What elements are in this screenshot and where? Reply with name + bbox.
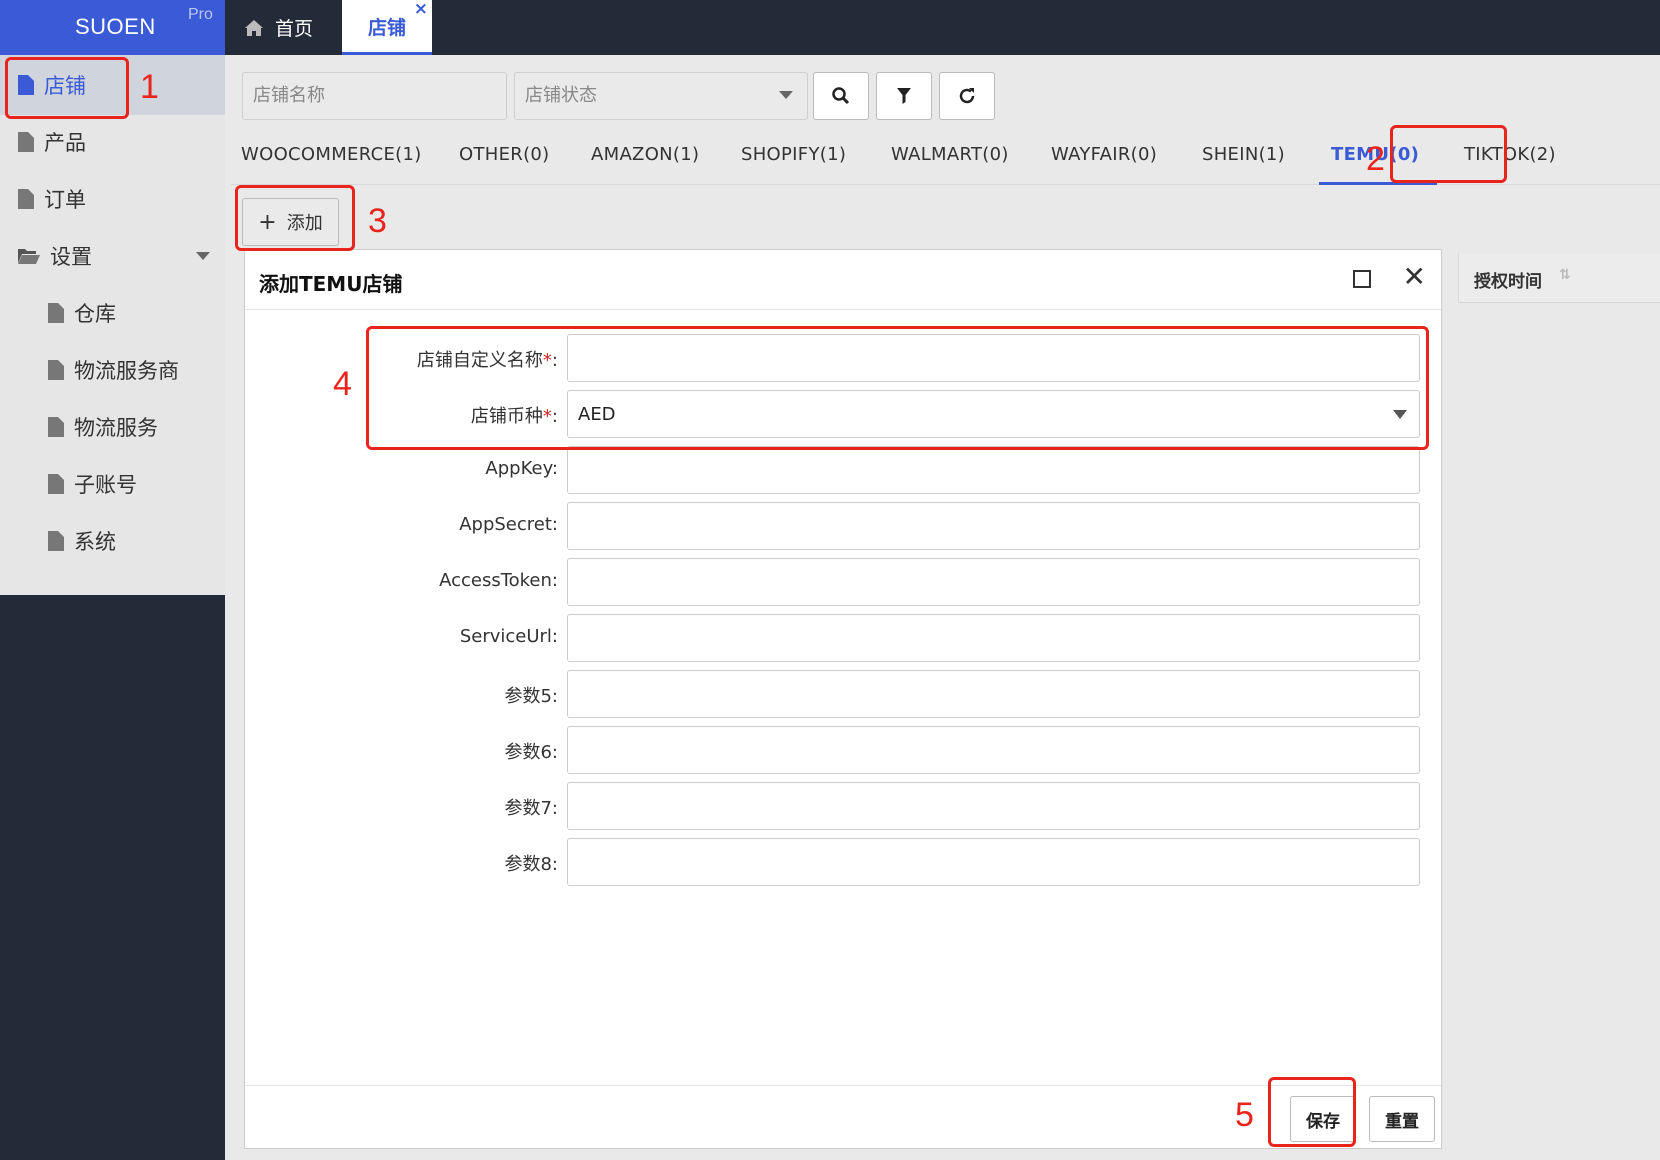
sidebar-item-label: 子账号 xyxy=(74,473,137,497)
file-icon xyxy=(48,360,64,380)
search-button[interactable] xyxy=(813,72,869,120)
annotation-number-2: 2 xyxy=(1366,140,1385,178)
sidebar-item-label: 物流服务商 xyxy=(74,359,179,383)
sidebar-item-label: 系统 xyxy=(74,530,116,554)
tab-home-label: 首页 xyxy=(275,18,314,40)
serviceurl-input[interactable] xyxy=(567,614,1420,662)
dialog-title: 添加TEMU店铺 xyxy=(259,272,403,296)
tab-shop[interactable]: 店铺 × xyxy=(342,0,432,55)
sidebar-item-settings[interactable]: 设置 xyxy=(0,226,225,286)
tab-shopify[interactable]: SHOPIFY(1) xyxy=(741,144,846,165)
top-tab-bar: 首页 店铺 × xyxy=(225,0,1660,55)
form-row-accesstoken: AccessToken: xyxy=(245,558,1441,606)
maximize-icon[interactable] xyxy=(1353,270,1371,288)
form-row-param7: 参数7: xyxy=(245,782,1441,830)
tab-walmart[interactable]: WALMART(0) xyxy=(891,144,1009,165)
filter-button[interactable] xyxy=(876,72,932,120)
sidebar-item-warehouse[interactable]: 仓库 xyxy=(0,283,225,343)
tab-shein[interactable]: SHEIN(1) xyxy=(1202,144,1285,165)
brand-edition: Pro xyxy=(188,6,213,23)
field-label: 参数8: xyxy=(504,854,558,875)
form-row-param5: 参数5: xyxy=(245,670,1441,718)
file-icon xyxy=(48,474,64,494)
param7-input[interactable] xyxy=(567,782,1420,830)
annotation-number-3: 3 xyxy=(368,202,387,240)
sidebar-item-sub-accounts[interactable]: 子账号 xyxy=(0,454,225,514)
sort-icon[interactable]: ⇅ xyxy=(1559,267,1571,283)
file-icon xyxy=(48,303,64,323)
refresh-icon xyxy=(959,88,975,104)
param8-input[interactable] xyxy=(567,838,1420,886)
param5-input[interactable] xyxy=(567,670,1420,718)
file-icon xyxy=(18,189,34,209)
tab-amazon[interactable]: AMAZON(1) xyxy=(591,144,699,165)
sidebar-item-orders[interactable]: 订单 xyxy=(0,169,225,229)
form-row-appsecret: AppSecret: xyxy=(245,502,1441,550)
sidebar-item-logistics-services[interactable]: 物流服务 xyxy=(0,397,225,457)
form-row-serviceurl: ServiceUrl: xyxy=(245,614,1441,662)
sidebar-item-products[interactable]: 产品 xyxy=(0,112,225,172)
chevron-down-icon xyxy=(196,252,210,260)
sidebar-item-logistics-providers[interactable]: 物流服务商 xyxy=(0,340,225,400)
annotation-number-1: 1 xyxy=(140,68,159,106)
tab-other[interactable]: OTHER(0) xyxy=(459,144,549,165)
field-label: 参数5: xyxy=(504,686,558,707)
shop-name-input[interactable]: 店铺名称 xyxy=(242,72,507,120)
chevron-down-icon xyxy=(779,91,793,99)
sidebar-item-label: 物流服务 xyxy=(74,416,158,440)
form-row-param8: 参数8: xyxy=(245,838,1441,886)
annotation-box-3 xyxy=(235,185,355,251)
sidebar-item-label: 产品 xyxy=(44,131,86,155)
sidebar-item-label: 订单 xyxy=(44,188,86,212)
accesstoken-input[interactable] xyxy=(567,558,1420,606)
param6-input[interactable] xyxy=(567,726,1420,774)
column-header-label: 授权时间 xyxy=(1474,272,1542,292)
close-icon[interactable]: ✕ xyxy=(1403,262,1426,292)
logo-bar: SUOEN Pro xyxy=(0,0,225,55)
field-label: 参数6: xyxy=(504,742,558,763)
brand-name: SUOEN xyxy=(75,14,156,39)
form-row-param6: 参数6: xyxy=(245,726,1441,774)
folder-open-icon xyxy=(18,249,40,264)
field-label: AppSecret: xyxy=(459,514,558,535)
file-icon xyxy=(48,417,64,437)
file-icon xyxy=(18,132,34,152)
sidebar-item-label: 仓库 xyxy=(74,302,116,326)
annotation-number-4: 4 xyxy=(333,365,352,403)
form-row-appkey: AppKey: xyxy=(245,446,1441,494)
tab-woocommerce[interactable]: WOOCOMMERCE(1) xyxy=(241,144,422,165)
home-icon xyxy=(245,19,263,36)
annotation-box-1 xyxy=(5,57,129,119)
table-header-auth-time[interactable]: 授权时间 ⇅ xyxy=(1458,253,1660,303)
annotation-box-4 xyxy=(366,326,1429,450)
refresh-button[interactable] xyxy=(939,72,995,120)
field-label: AppKey: xyxy=(485,458,558,479)
annotation-number-5: 5 xyxy=(1235,1096,1254,1134)
close-icon[interactable]: × xyxy=(414,0,428,18)
tab-shop-label: 店铺 xyxy=(367,16,406,39)
shop-status-select[interactable]: 店铺状态 xyxy=(514,72,808,120)
field-label: 参数7: xyxy=(504,798,558,819)
reset-button[interactable]: 重置 xyxy=(1369,1096,1435,1142)
appsecret-input[interactable] xyxy=(567,502,1420,550)
sidebar: SUOEN Pro 店铺 产品 订单 设置 仓库 物流服务商 物流服务 子账号 … xyxy=(0,0,225,1160)
field-label: AccessToken: xyxy=(439,570,558,591)
tab-home[interactable]: 首页 xyxy=(245,0,313,55)
sidebar-item-label: 设置 xyxy=(50,245,92,269)
sidebar-item-system[interactable]: 系统 xyxy=(0,511,225,571)
annotation-box-5 xyxy=(1268,1077,1356,1147)
dialog-footer: 保存 重置 xyxy=(245,1085,1441,1149)
dialog-header: 添加TEMU店铺 ✕ xyxy=(245,250,1441,310)
field-label: ServiceUrl: xyxy=(459,626,558,647)
sidebar-menu: 店铺 产品 订单 设置 仓库 物流服务商 物流服务 子账号 系统 xyxy=(0,55,225,595)
annotation-box-2 xyxy=(1390,125,1507,183)
search-icon xyxy=(832,87,850,105)
tab-wayfair[interactable]: WAYFAIR(0) xyxy=(1051,144,1157,165)
file-icon xyxy=(48,531,64,551)
appkey-input[interactable] xyxy=(567,446,1420,494)
filter-icon xyxy=(897,88,911,104)
